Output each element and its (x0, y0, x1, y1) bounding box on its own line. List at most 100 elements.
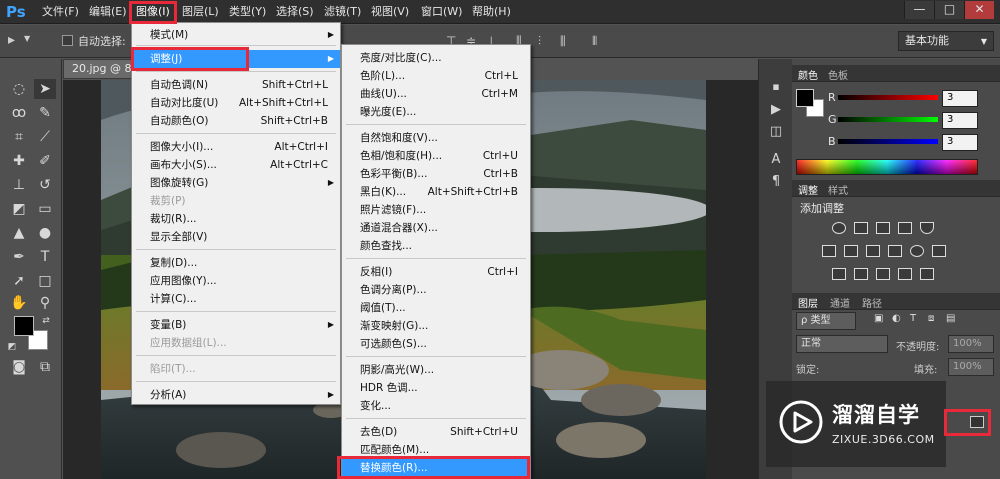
type-tool-icon[interactable]: T (34, 247, 56, 267)
filter-smart-icon[interactable]: ▤ (946, 313, 955, 324)
paragraph-panel-icon[interactable]: ¶ (767, 173, 785, 191)
image-menu-item[interactable]: 画布大小(S)... Alt+Ctrl+C (132, 156, 340, 174)
b-slider[interactable] (838, 139, 938, 144)
adjust-menu-item[interactable]: 阈值(T)... (342, 299, 530, 317)
lasso-tool-icon[interactable]: ꝏ (8, 103, 30, 123)
menu-help[interactable]: 帮助(H) (472, 4, 511, 21)
history-brush-icon[interactable]: ↺ (34, 175, 56, 195)
restore-button[interactable]: □ (934, 1, 964, 19)
filter-shape-icon[interactable]: ⧈ (928, 313, 934, 324)
distribute-bottom-icon[interactable]: ⫼ (560, 34, 566, 49)
threshold-adjust-icon[interactable] (876, 268, 890, 280)
hue-sat-adjust-icon[interactable] (822, 245, 836, 257)
history-panel-icon[interactable]: ⏹ (767, 79, 785, 97)
clone-stamp-icon[interactable]: ⊥ (8, 175, 30, 195)
chevron-down-icon[interactable]: ▼ (24, 34, 30, 43)
auto-align-icon[interactable]: ⦀ (592, 34, 597, 49)
vibrance-adjust-icon[interactable] (920, 222, 934, 234)
adjust-menu-item[interactable]: HDR 色调... (342, 379, 530, 397)
image-menu-item[interactable]: 变量(B) ▶ (132, 316, 340, 334)
path-select-icon[interactable]: ➚ (8, 271, 30, 291)
marquee-tool-icon[interactable]: ◌ (8, 79, 30, 99)
invert-adjust-icon[interactable] (832, 268, 846, 280)
zoom-tool-icon[interactable]: ⚲ (34, 293, 56, 313)
filter-adjust-icon[interactable]: ◐ (892, 313, 901, 324)
actions-panel-icon[interactable]: ▶ (767, 101, 785, 119)
image-menu-item[interactable]: 计算(C)... (132, 290, 340, 308)
adjust-menu-item[interactable]: 曲线(U)... Ctrl+M (342, 85, 530, 103)
menu-edit[interactable]: 编辑(E) (89, 4, 127, 21)
tab-swatches[interactable]: 色板 (828, 67, 848, 82)
move-tool-icon[interactable]: ➤ (34, 79, 56, 99)
image-menu-item[interactable]: 复制(D)... (132, 254, 340, 272)
foreground-color-swatch[interactable] (14, 316, 34, 336)
image-menu-item[interactable]: 显示全部(V) (132, 228, 340, 246)
dodge-tool-icon[interactable]: ● (34, 223, 56, 243)
image-menu-item[interactable]: 图像大小(I)... Alt+Ctrl+I (132, 138, 340, 156)
adjust-menu-item[interactable]: 色相/饱和度(H)... Ctrl+U (342, 147, 530, 165)
g-slider[interactable] (838, 117, 938, 122)
adjust-menu-item[interactable]: 可选颜色(S)... (342, 335, 530, 353)
brightness-adjust-icon[interactable] (832, 222, 846, 234)
adjust-menu-item[interactable]: 自然饱和度(V)... (342, 129, 530, 147)
crop-tool-icon[interactable]: ⌗ (8, 127, 30, 147)
adjust-menu-item[interactable]: 变化... (342, 397, 530, 415)
eraser-tool-icon[interactable]: ◩ (8, 199, 30, 219)
color-spectrum[interactable] (796, 159, 978, 175)
screen-mode-icon[interactable]: ⧉ (34, 357, 56, 377)
hand-tool-icon[interactable]: ✋ (8, 293, 30, 313)
tab-paths[interactable]: 路径 (862, 295, 882, 310)
b-value[interactable]: 3 (942, 134, 978, 151)
menu-view[interactable]: 视图(V) (371, 4, 409, 21)
default-colors-icon[interactable]: ◩ (6, 337, 18, 357)
adjust-menu-item[interactable]: 通道混合器(X)... (342, 219, 530, 237)
exposure-adjust-icon[interactable] (898, 222, 912, 234)
quick-select-tool-icon[interactable]: ✎ (34, 103, 56, 123)
blur-tool-icon[interactable]: ▲ (8, 223, 30, 243)
selective-color-adjust-icon[interactable] (898, 268, 912, 280)
quick-mask-icon[interactable]: ◙ (8, 357, 30, 377)
levels-adjust-icon[interactable] (854, 222, 868, 234)
adjust-menu-item[interactable]: 去色(D) Shift+Ctrl+U (342, 423, 530, 441)
adjust-menu-item[interactable]: 照片滤镜(F)... (342, 201, 530, 219)
color-lookup-adjust-icon[interactable] (932, 245, 946, 257)
shape-tool-icon[interactable]: □ (34, 271, 56, 291)
filter-pixel-icon[interactable]: ▣ (874, 313, 883, 324)
adjust-menu-item[interactable]: 亮度/对比度(C)... (342, 49, 530, 67)
adjust-menu-item[interactable]: 色彩平衡(B)... Ctrl+B (342, 165, 530, 183)
image-menu-item[interactable]: 裁切(R)... (132, 210, 340, 228)
tab-layers[interactable]: 图层 (798, 295, 818, 310)
image-menu-item[interactable]: 自动颜色(O) Shift+Ctrl+B (132, 112, 340, 130)
adjust-menu-item[interactable]: 颜色查找... (342, 237, 530, 255)
minimize-button[interactable]: — (904, 1, 934, 19)
brush-tool-icon[interactable]: ✐ (34, 151, 56, 171)
color-panel-foreground[interactable] (796, 89, 814, 107)
posterize-adjust-icon[interactable] (854, 268, 868, 280)
adjust-menu-item[interactable]: 反相(I) Ctrl+I (342, 263, 530, 281)
menu-file[interactable]: 文件(F) (42, 4, 79, 21)
r-value[interactable]: 3 (942, 90, 978, 107)
g-value[interactable]: 3 (942, 112, 978, 129)
r-slider[interactable] (838, 95, 938, 100)
channel-mixer-adjust-icon[interactable] (910, 245, 924, 257)
bw-adjust-icon[interactable] (866, 245, 880, 257)
adjust-menu-item[interactable]: 色调分离(P)... (342, 281, 530, 299)
image-menu-item[interactable]: 模式(M) ▶ (132, 26, 340, 44)
gradient-tool-icon[interactable]: ▭ (34, 199, 56, 219)
image-menu-item[interactable]: 应用图像(Y)... (132, 272, 340, 290)
tab-channels[interactable]: 通道 (830, 295, 850, 310)
eyedropper-tool-icon[interactable]: ⟋ (34, 127, 56, 147)
adjust-menu-item[interactable]: 色阶(L)... Ctrl+L (342, 67, 530, 85)
fill-field[interactable]: 100% (948, 358, 994, 376)
opacity-field[interactable]: 100% (948, 335, 994, 353)
image-menu-item[interactable]: 自动对比度(U) Alt+Shift+Ctrl+L (132, 94, 340, 112)
workspace-select[interactable]: 基本功能 ▼ (898, 31, 994, 51)
healing-brush-icon[interactable]: ✚ (8, 151, 30, 171)
menu-filter[interactable]: 滤镜(T) (324, 4, 361, 21)
distribute-center-icon[interactable]: ⫶ (538, 34, 541, 49)
blend-mode-select[interactable]: 正常 (796, 335, 888, 353)
curves-adjust-icon[interactable] (876, 222, 890, 234)
image-menu-item[interactable]: 图像旋转(G) ▶ (132, 174, 340, 192)
filter-type-icon[interactable]: T (910, 313, 916, 324)
character-panel-icon[interactable]: A (767, 151, 785, 169)
